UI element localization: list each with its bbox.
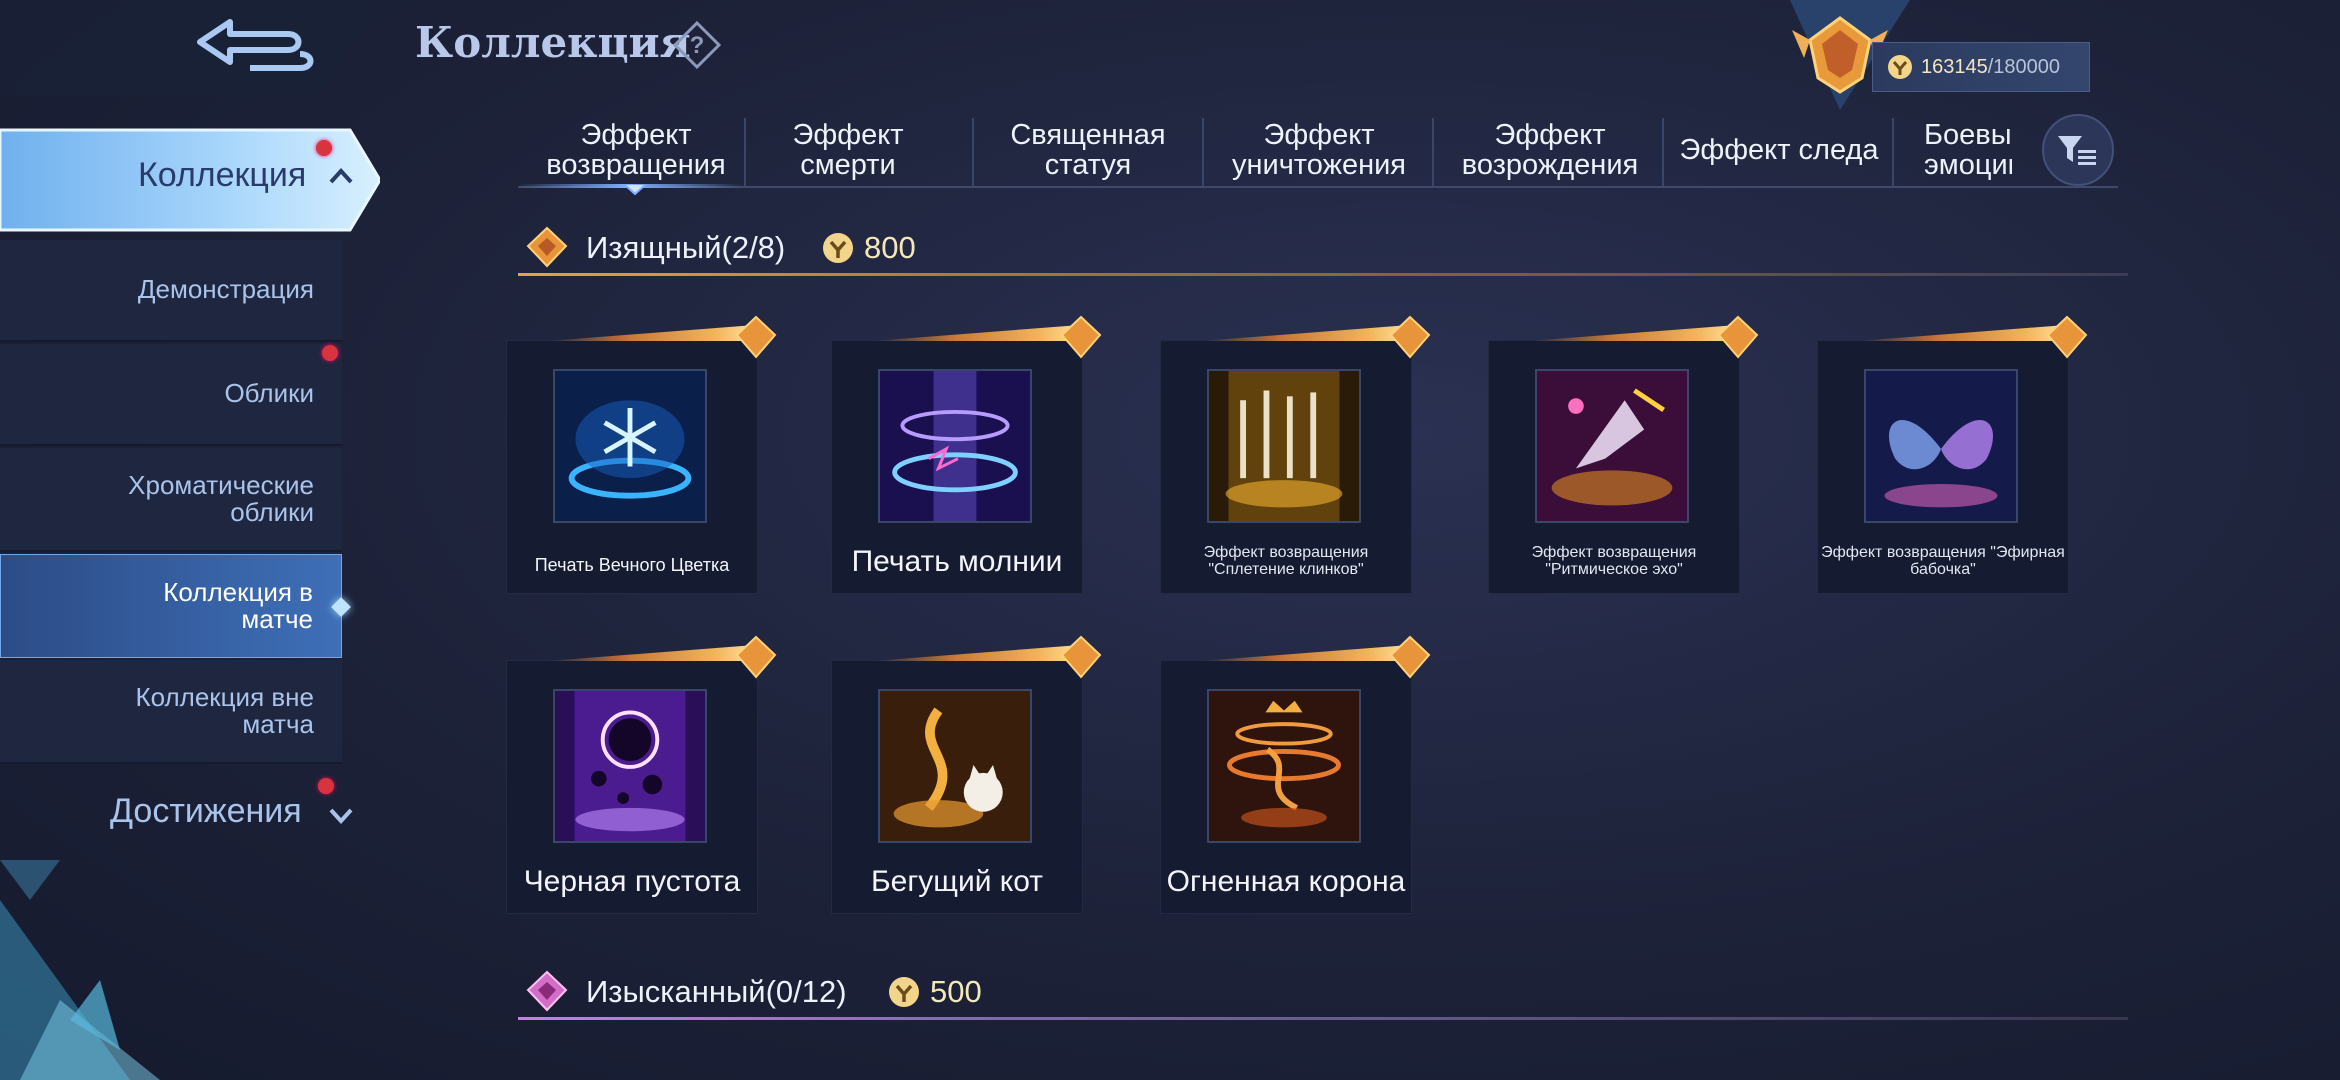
item-name: Печать молнии xyxy=(851,545,1063,578)
section-divider xyxy=(518,273,2128,276)
chevron-up-icon xyxy=(329,168,353,184)
card-ribbon xyxy=(872,325,1080,341)
elegant-tier-icon xyxy=(526,226,568,268)
item-card[interactable]: Эффект возвращения "Сплетение клинков" xyxy=(1160,315,1431,594)
item-name: Бегущий кот xyxy=(870,865,1044,898)
sidebar-item-demonstration[interactable]: Демонстрация xyxy=(0,240,342,342)
fire-crown-icon xyxy=(1207,689,1361,843)
tier-corner-icon xyxy=(735,315,777,359)
item-name: Эффект возвращения "Сплетение клинков" xyxy=(1203,544,1369,578)
collection-coin-icon xyxy=(889,977,919,1007)
collection-coin-icon xyxy=(823,233,853,263)
tier-corner-icon xyxy=(735,635,777,679)
tab-separator xyxy=(972,118,974,186)
tab-separator xyxy=(744,118,746,186)
tabs-baseline xyxy=(518,186,2118,188)
tab-separator xyxy=(1892,118,1894,186)
sidebar-item-label: Хроматические облики xyxy=(128,469,314,527)
svg-text:?: ? xyxy=(690,32,705,59)
background-shard-decoration xyxy=(0,860,160,1080)
sidebar-item-in-match-collection[interactable]: Коллекция в матче xyxy=(0,554,342,658)
section-header-elegant: Изящный(2/8) 800 xyxy=(518,220,2128,276)
tab-trail-effect[interactable]: Эффект следа xyxy=(1666,112,1892,188)
item-name: Черная пустота xyxy=(523,865,741,898)
tab-revival-effect[interactable]: Эффект возрождения xyxy=(1436,112,1664,188)
chevron-down-icon xyxy=(329,808,353,824)
snowflake-seal-icon xyxy=(553,369,707,523)
butterfly-icon xyxy=(1864,369,2018,523)
item-name: Эффект возвращения "Эфирная бабочка" xyxy=(1821,544,2065,578)
item-card[interactable]: Печать молнии xyxy=(831,315,1102,594)
card-ribbon xyxy=(547,325,755,341)
lightning-seal-icon xyxy=(878,369,1032,523)
item-name: Эффект возвращения "Ритмическое эхо" xyxy=(1531,544,1697,578)
tier-corner-icon xyxy=(1060,315,1102,359)
section-label: Изящный(2/8) xyxy=(586,230,786,265)
sidebar-item-chromatic-skins[interactable]: Хроматические облики xyxy=(0,448,342,552)
item-name: Печать Вечного Цветка xyxy=(534,555,730,575)
tier-corner-icon xyxy=(2046,315,2088,359)
tier-corner-icon xyxy=(1060,635,1102,679)
item-name: Огненная корона xyxy=(1166,865,1406,898)
tab-sacred-statue[interactable]: Священная статуя xyxy=(976,112,1200,188)
tab-separator xyxy=(1432,118,1434,186)
tier-corner-icon xyxy=(1389,635,1431,679)
blades-icon xyxy=(1207,369,1361,523)
tier-corner-icon xyxy=(1389,315,1431,359)
exquisite-tier-icon xyxy=(526,970,568,1012)
card-ribbon xyxy=(1529,325,1737,341)
tab-elimination-effect[interactable]: Эффект уничтожения xyxy=(1206,112,1432,188)
tab-death-effect[interactable]: Эффект смерти xyxy=(748,112,948,188)
card-ribbon xyxy=(872,645,1080,661)
sidebar-item-label: Облики xyxy=(224,378,314,409)
page-title: Коллекция xyxy=(415,18,691,67)
sidebar-item-skins[interactable]: Облики xyxy=(0,344,342,446)
tab-battle-emotes[interactable]: Боевые эмоции xyxy=(1918,112,2012,188)
item-card[interactable]: Эффект возвращения "Ритмическое эхо" xyxy=(1488,315,1759,594)
collection-points-counter: 163145/180000 xyxy=(1872,42,2090,92)
item-card[interactable]: Эффект возвращения "Эфирная бабочка" xyxy=(1817,315,2088,594)
sidebar-achievements-notification-dot xyxy=(318,778,334,794)
sidebar-item-label: Коллекция вне матча xyxy=(135,681,314,739)
black-void-icon xyxy=(553,689,707,843)
collection-coin-icon xyxy=(1888,55,1912,79)
filter-icon xyxy=(2058,136,2096,165)
tab-selected-caret-icon xyxy=(624,184,646,196)
tab-return-effect[interactable]: Эффект возвращения xyxy=(532,112,740,188)
sidebar-item-out-of-match-collection[interactable]: Коллекция вне матча xyxy=(0,660,342,764)
item-card[interactable]: Черная пустота xyxy=(506,635,777,914)
category-tabs: Эффект возвращения Эффект смерти Священн… xyxy=(518,112,2118,188)
section-price: 500 xyxy=(930,974,982,1009)
sidebar-main-notification-dot xyxy=(316,140,332,156)
sidebar-item-label: Коллекция в матче xyxy=(163,576,313,634)
card-ribbon xyxy=(1201,645,1409,661)
tier-corner-icon xyxy=(1717,315,1759,359)
section-header-exquisite: Изысканный(0/12) 500 xyxy=(518,964,2128,1020)
tab-label: Боевые эмоции xyxy=(1924,118,2012,181)
card-ribbon xyxy=(1201,325,1409,341)
sidebar-main-label[interactable]: Коллекция xyxy=(138,156,306,195)
filter-button[interactable] xyxy=(2042,114,2114,186)
tab-separator xyxy=(1202,118,1204,186)
sidebar-achievements[interactable]: Достижения xyxy=(110,792,302,831)
points-total: /180000 xyxy=(1987,55,2061,78)
tab-separator xyxy=(1662,118,1664,186)
section-divider xyxy=(518,1017,2128,1020)
item-card[interactable]: Печать Вечного Цветка xyxy=(506,315,777,594)
running-cat-icon xyxy=(878,689,1032,843)
sidebar-item-label: Демонстрация xyxy=(137,274,314,305)
item-card[interactable]: Огненная корона xyxy=(1160,635,1431,914)
points-current: 163145 xyxy=(1921,55,1988,78)
section-label: Изысканный(0/12) xyxy=(586,974,847,1009)
card-ribbon xyxy=(1858,325,2066,341)
item-card[interactable]: Бегущий кот xyxy=(831,635,1102,914)
help-question-icon[interactable]: ? xyxy=(672,20,722,70)
section-price: 800 xyxy=(864,230,916,265)
sidebar-skins-notification-dot xyxy=(322,345,338,361)
back-arrow-icon[interactable] xyxy=(190,10,320,80)
rhythm-echo-icon xyxy=(1535,369,1689,523)
card-ribbon xyxy=(547,645,755,661)
